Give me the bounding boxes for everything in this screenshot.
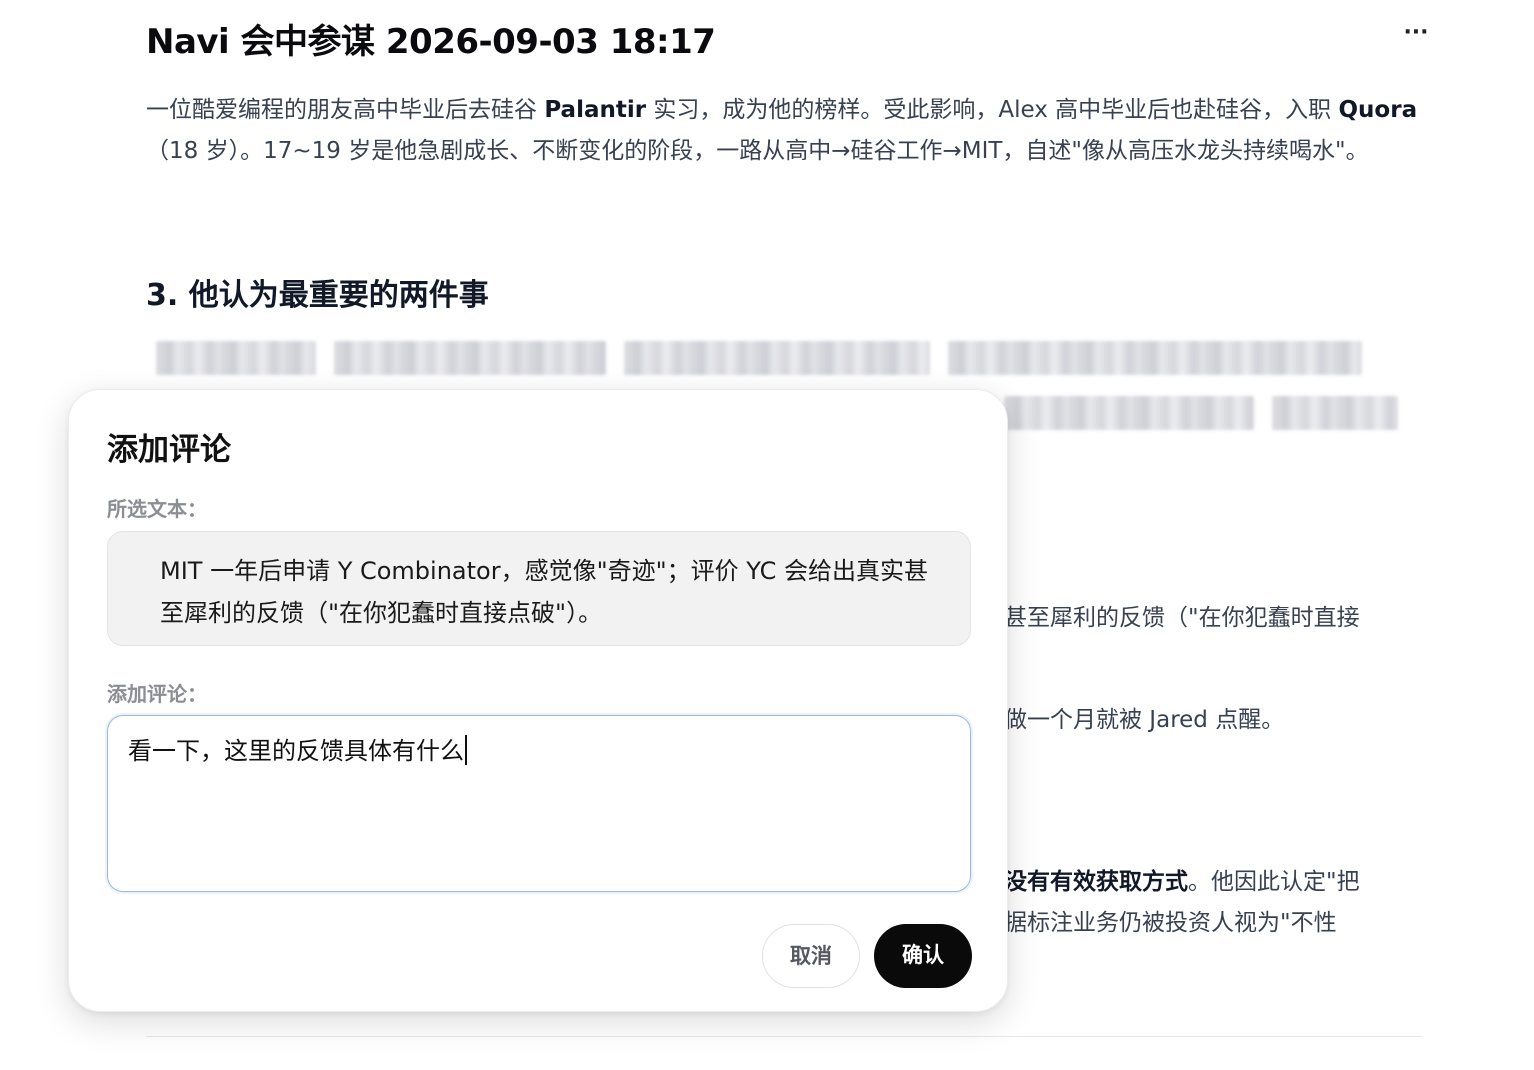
background-text: 。他因此认定"把	[1188, 869, 1360, 895]
add-comment-dialog: 添加评论 所选文本： MIT 一年后申请 Y Combinator，感觉像"奇迹…	[68, 389, 1008, 1012]
paragraph-text: 一位酷爱编程的朋友高中毕业后去硅谷	[146, 97, 545, 123]
document-title: Navi 会中参谋 2026-09-03 18:17	[146, 22, 716, 62]
redacted-text	[1004, 396, 1254, 430]
paragraph-bold-palantir: Palantir	[544, 97, 647, 123]
selected-text-label: 所选文本：	[107, 497, 207, 521]
background-text-line: 据标注业务仍被投资人视为"不性	[1004, 910, 1337, 936]
comment-label: 添加评论：	[107, 682, 207, 706]
intro-paragraph: 一位酷爱编程的朋友高中毕业后去硅谷 Palantir 实习，成为他的榜样。受此影…	[146, 90, 1426, 172]
redacted-text	[1272, 396, 1398, 430]
confirm-button[interactable]: 确认	[874, 924, 972, 988]
comment-value: 看一下，这里的反馈具体有什么	[128, 737, 464, 765]
paragraph-text: （18 岁）。17~19 岁是他急剧成长、不断变化的阶段，一路从高中→硅谷工作→…	[146, 138, 1369, 164]
background-text-line: 没有有效获取方式。他因此认定"把	[1004, 862, 1360, 903]
redacted-text	[156, 341, 316, 375]
divider	[146, 1036, 1422, 1037]
dialog-title: 添加评论	[107, 432, 231, 468]
section-heading: 3. 他认为最重要的两件事	[146, 278, 489, 313]
comment-textarea[interactable]: 看一下，这里的反馈具体有什么	[107, 715, 971, 892]
document-page: Navi 会中参谋 2026-09-03 18:17 ··· 一位酷爱编程的朋友…	[0, 0, 1534, 1070]
background-text-line: 做一个月就被 Jared 点醒。	[1004, 707, 1285, 733]
paragraph-text: 实习，成为他的榜样。受此影响，Alex 高中毕业后也赴硅谷，入职	[646, 97, 1339, 123]
selected-text-box: MIT 一年后申请 Y Combinator，感觉像"奇迹"；评价 YC 会给出…	[107, 531, 971, 646]
more-options-icon[interactable]: ···	[1398, 18, 1434, 54]
redacted-text	[948, 341, 1362, 375]
paragraph-bold-quora: Quora	[1338, 97, 1418, 123]
background-text-line: 甚至犀利的反馈（"在你犯蠢时直接	[1004, 605, 1360, 631]
redacted-text	[624, 341, 930, 375]
cancel-button[interactable]: 取消	[762, 924, 860, 988]
background-bold-text: 没有有效获取方式	[1004, 869, 1188, 895]
text-caret	[465, 735, 467, 765]
redacted-text	[334, 341, 606, 375]
